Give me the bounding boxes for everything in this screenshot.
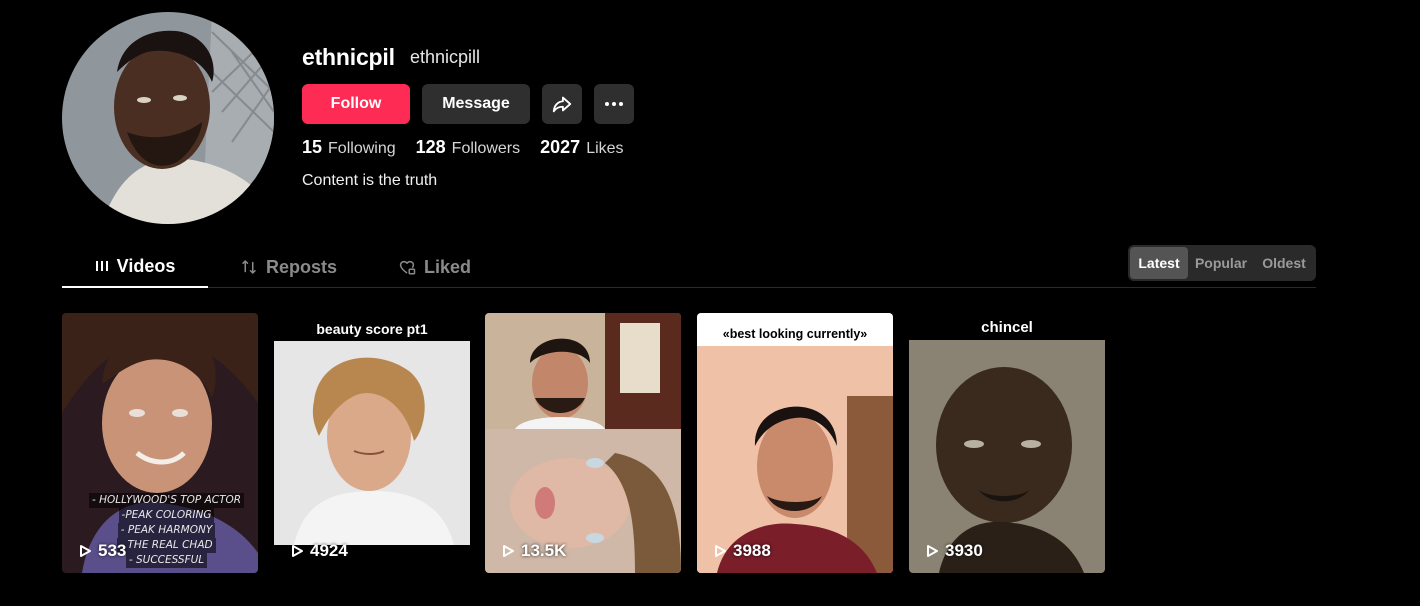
video-caption: chincel <box>981 319 1033 336</box>
repost-icon <box>242 260 256 274</box>
profile-avatar[interactable] <box>62 12 274 224</box>
share-icon <box>552 96 572 113</box>
view-count-value: 3988 <box>733 541 771 560</box>
overlay-line: - SUCCESSFUL <box>125 553 208 568</box>
profile-username: ethnicpil <box>302 44 395 70</box>
view-count: 13.5K <box>501 541 566 561</box>
view-count-value: 533 <box>98 541 127 560</box>
follow-button[interactable]: Follow <box>302 84 410 124</box>
play-icon <box>292 545 303 557</box>
video-thumbnail <box>909 340 1105 573</box>
tab-reposts[interactable]: Reposts <box>240 246 337 288</box>
sort-toggle: Latest Popular Oldest <box>1128 245 1316 281</box>
video-card[interactable]: beauty score pt1 4924 <box>274 313 470 573</box>
video-caption: beauty score pt1 <box>316 321 428 337</box>
overlay-line: -PEAK COLORING <box>118 508 215 523</box>
view-count: 533 <box>78 541 126 561</box>
tab-liked[interactable]: Liked <box>398 246 471 288</box>
heart-lock-icon <box>399 260 416 275</box>
video-card[interactable]: - HOLLYWOOD'S TOP ACTOR -PEAK COLORING -… <box>62 313 258 573</box>
overlay-line: - THE REAL CHAD <box>117 538 216 553</box>
video-card[interactable]: chincel 3930 <box>909 313 1105 573</box>
overlay-line: - HOLLYWOOD'S TOP ACTOR <box>88 493 245 508</box>
tab-label: Liked <box>424 256 472 277</box>
video-card[interactable]: 13.5K <box>485 313 681 573</box>
profile-nickname: ethnicpill <box>410 47 481 67</box>
stat-label: Likes <box>586 140 624 157</box>
play-icon <box>927 545 938 557</box>
stat-followers[interactable]: 128 Followers <box>416 137 521 158</box>
sort-popular[interactable]: Popular <box>1188 247 1254 279</box>
tab-label: Reposts <box>266 256 338 277</box>
tab-label: Videos <box>116 255 176 276</box>
view-count-value: 3930 <box>945 541 983 560</box>
view-count-value: 4924 <box>310 541 348 560</box>
sort-oldest[interactable]: Oldest <box>1254 247 1314 279</box>
play-icon <box>80 545 91 557</box>
video-thumbnail <box>697 346 893 573</box>
overlay-line: - PEAK HARMONY <box>117 523 216 538</box>
play-icon <box>715 545 726 557</box>
play-icon <box>503 545 514 557</box>
stat-label: Following <box>328 140 396 157</box>
video-thumbnail <box>485 313 681 573</box>
view-count: 3988 <box>713 541 771 561</box>
stat-following[interactable]: 15 Following <box>302 137 396 158</box>
profile-stats: 15 Following 128 Followers 2027 Likes <box>302 137 624 158</box>
message-button[interactable]: Message <box>422 84 530 124</box>
stat-label: Followers <box>451 140 521 157</box>
video-thumbnail <box>274 341 470 545</box>
stat-value: 2027 <box>540 137 581 157</box>
tab-videos[interactable]: Videos <box>62 246 208 288</box>
sort-latest[interactable]: Latest <box>1130 247 1188 279</box>
view-count-value: 13.5K <box>521 541 567 560</box>
stat-value: 128 <box>415 137 446 157</box>
more-button[interactable] <box>594 84 634 124</box>
stat-likes: 2027 Likes <box>540 137 623 158</box>
profile-bio: Content is the truth <box>302 172 438 189</box>
video-caption: «best looking currently» <box>722 327 868 341</box>
more-icon <box>605 102 623 106</box>
view-count: 3930 <box>925 541 983 561</box>
stat-value: 15 <box>302 137 323 157</box>
grid-icon <box>95 261 108 271</box>
view-count: 4924 <box>290 541 348 561</box>
share-button[interactable] <box>542 84 582 124</box>
video-card[interactable]: «best looking currently» 3988 <box>697 313 893 573</box>
